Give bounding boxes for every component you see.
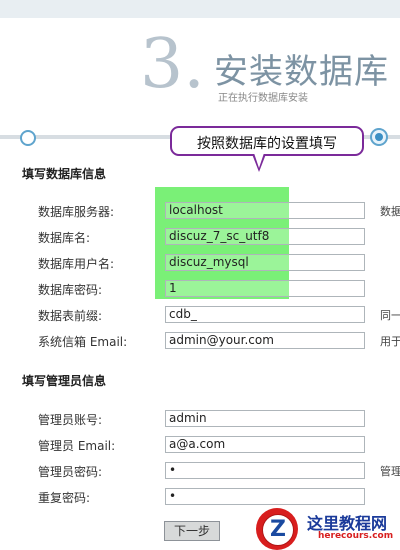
- table-prefix-input[interactable]: cdb_: [165, 306, 365, 323]
- step-number: 3.: [140, 25, 205, 104]
- system-email-input[interactable]: admin@your.com: [165, 332, 365, 349]
- section-title-admin: 填写管理员信息: [22, 374, 107, 388]
- field-label: 数据表前缀:: [38, 309, 103, 323]
- field-label: 数据库密码:: [38, 283, 103, 297]
- field-label: 数据库用户名:: [38, 257, 115, 271]
- field-note: 用于: [380, 335, 400, 348]
- next-step-button[interactable]: 下一步: [164, 521, 220, 541]
- field-note: 数据: [380, 205, 400, 218]
- field-note: 同一: [380, 309, 400, 322]
- page-subtitle: 正在执行数据库安装: [218, 93, 308, 104]
- field-label: 系统信箱 Email:: [38, 335, 128, 349]
- db-password-input[interactable]: 1: [165, 280, 365, 297]
- field-label: 数据库服务器:: [38, 205, 115, 219]
- field-label: 管理员密码:: [38, 465, 103, 479]
- page-title: 安装数据库: [214, 52, 389, 92]
- field-label: 数据库名:: [38, 231, 91, 245]
- admin-password-input[interactable]: •: [165, 462, 365, 479]
- watermark-logo-badge: Z: [262, 514, 294, 546]
- field-note: 管理: [380, 465, 400, 478]
- field-label: 重复密码:: [38, 491, 91, 505]
- progress-current-marker: [370, 128, 388, 146]
- db-host-input[interactable]: localhost: [165, 202, 365, 219]
- progress-start-marker: [20, 130, 36, 146]
- admin-email-input[interactable]: a@a.com: [165, 436, 365, 453]
- admin-account-input[interactable]: admin: [165, 410, 365, 427]
- field-label: 管理员 Email:: [38, 439, 116, 453]
- section-title-database: 填写数据库信息: [22, 167, 107, 181]
- callout-tail-inner: [254, 153, 264, 168]
- watermark-url: herecours.com: [318, 531, 394, 541]
- db-user-input[interactable]: discuz_mysql: [165, 254, 365, 271]
- callout-tooltip: 按照数据库的设置填写: [170, 126, 364, 156]
- top-strip: [0, 0, 400, 19]
- field-label: 管理员账号:: [38, 413, 103, 427]
- admin-password-confirm-input[interactable]: •: [165, 488, 365, 505]
- db-name-input[interactable]: discuz_7_sc_utf8: [165, 228, 365, 245]
